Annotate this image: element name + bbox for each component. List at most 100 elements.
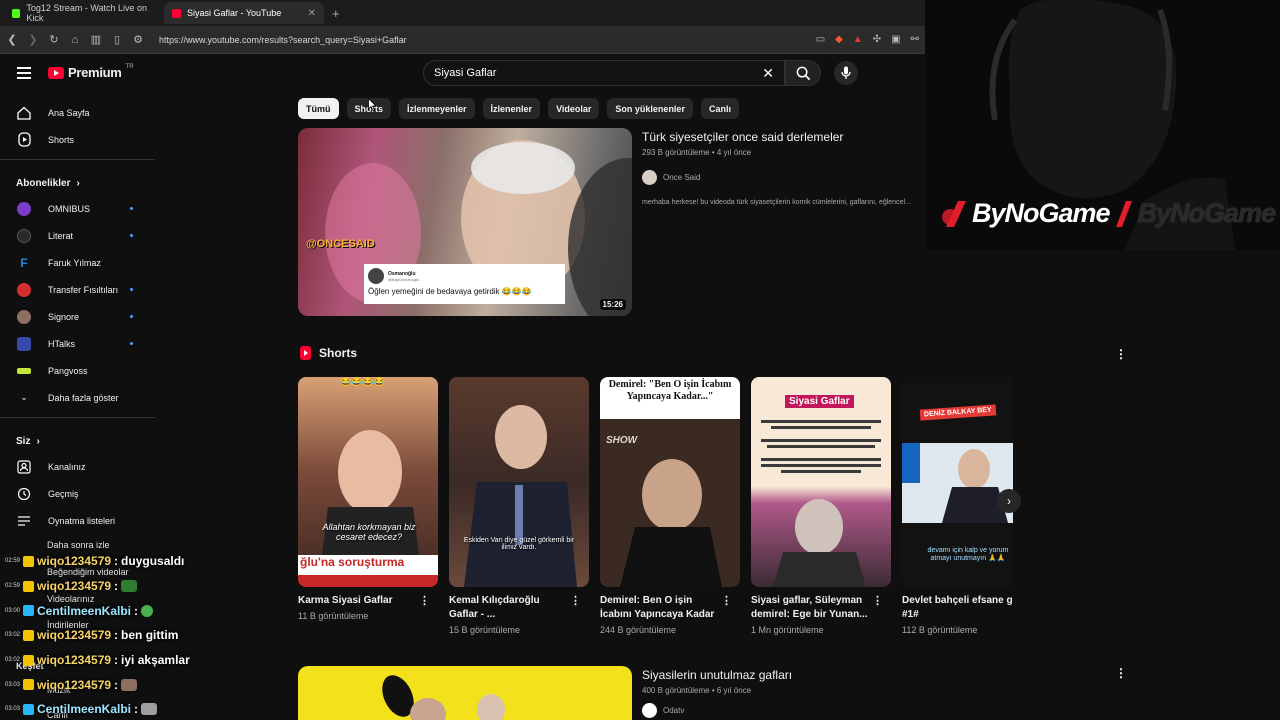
chat-message: 03:00 CentilmeenKalbi : <box>0 598 260 623</box>
chip-videos[interactable]: Videolar <box>548 98 600 119</box>
short-thumbnail[interactable]: Demirel: "Ben O işin İcabını Yapıncaya K… <box>600 377 740 587</box>
chat-message: 03:02 wiqo1234579 : iyi akşamlar <box>0 648 260 673</box>
sidebar-subscription-literat[interactable]: Literat <box>0 222 155 249</box>
chat-timestamp: 02:59 <box>4 583 20 590</box>
reload-icon[interactable]: ↻ <box>48 33 60 46</box>
chat-separator: : <box>114 677 119 692</box>
cast-icon[interactable]: ▭ <box>816 34 825 45</box>
short-menu-icon[interactable]: ⋮ <box>570 594 581 607</box>
chip-all[interactable]: Tümü <box>298 98 339 119</box>
browser-tab-kick[interactable]: Tog12 Stream - Watch Live on Kick <box>4 2 164 24</box>
video-title[interactable]: Siyasilerin unutulmaz gafları <box>642 668 1122 682</box>
sidebar-item-your-channel[interactable]: Kanalınız <box>0 453 155 480</box>
you-title: Siz <box>16 436 31 447</box>
sidebar-item-shorts[interactable]: Shorts <box>0 126 155 153</box>
channel-avatar <box>642 703 657 718</box>
sidebar-item-label: Oynatma listeleri <box>48 515 116 526</box>
new-content-dot <box>130 207 133 210</box>
short-thumbnail[interactable]: Eskiden Van diye güzel görkemli bir ilim… <box>449 377 589 587</box>
sidebar-subscription-signore[interactable]: Signore <box>0 303 155 330</box>
browser-tab-bar: Tog12 Stream - Watch Live on Kick Siyasi… <box>0 0 925 26</box>
chip-watched[interactable]: İzlenenler <box>482 98 541 119</box>
wallet-icon[interactable]: ▣ <box>891 34 900 45</box>
bookmark-icon[interactable]: ▯ <box>111 33 123 46</box>
sidebar-item-home[interactable]: Ana Sayfa <box>0 99 155 126</box>
you-heading[interactable]: Siz › <box>0 422 155 453</box>
shorts-menu-icon[interactable]: ⋮ <box>1115 347 1127 361</box>
video-menu-icon[interactable]: ⋮ <box>1115 666 1127 680</box>
view-count: 293 B görüntüleme <box>642 148 710 157</box>
sidebar-toggle-icon[interactable]: ▥ <box>90 33 102 46</box>
sidebar-item-history[interactable]: Geçmiş <box>0 480 155 507</box>
vpn-icon[interactable]: ⚯ <box>911 34 919 45</box>
youtube-favicon-icon <box>172 8 181 18</box>
short-item[interactable]: Demirel: "Ben O işin İcabını Yapıncaya K… <box>600 377 740 635</box>
video-result[interactable]: Siyasilerin unutulmaz gafları 400 B görü… <box>298 666 1122 720</box>
rewards-icon[interactable]: ▲ <box>853 34 863 45</box>
url-field[interactable]: https://www.youtube.com/results?search_q… <box>159 35 407 45</box>
sidebar-item-label: Geçmiş <box>48 488 79 499</box>
channel-link[interactable]: Odatv <box>642 703 1122 718</box>
sidebar-item-playlists[interactable]: Oynatma listeleri <box>0 507 155 534</box>
site-settings-icon[interactable]: ⚙ <box>132 33 144 46</box>
short-item[interactable]: 😂😂😂😂 Allahtan korkmayan biz cesaret edec… <box>298 377 438 621</box>
short-menu-icon[interactable]: ⋮ <box>872 594 883 607</box>
chat-separator: : <box>114 628 119 643</box>
logo-text: Premium <box>68 65 122 80</box>
chip-unwatched[interactable]: İzlenmeyenler <box>399 98 475 119</box>
video-meta: Siyasilerin unutulmaz gafları 400 B görü… <box>642 666 1122 720</box>
short-art <box>600 419 740 587</box>
short-menu-icon[interactable]: ⋮ <box>721 594 732 607</box>
short-thumbnail[interactable]: DENİZ BALKAY BEY devamı için kalp ve yor… <box>902 377 1013 587</box>
chat-username: CentilmeenKalbi <box>37 702 132 717</box>
brave-shield-icon[interactable]: ◆ <box>835 34 843 45</box>
short-title[interactable]: Karma Siyasi Gaflar <box>298 594 419 608</box>
sidebar-subscription-faruk-yilmaz[interactable]: F Faruk Yılmaz <box>0 249 155 276</box>
short-item[interactable]: Eskiden Van diye güzel görkemli bir ilim… <box>449 377 589 635</box>
short-item[interactable]: Siyasi Gaflar Siyasi gaflar, Süleyman de… <box>751 377 891 635</box>
short-thumbnail[interactable]: 😂😂😂😂 Allahtan korkmayan biz cesaret edec… <box>298 377 438 587</box>
channel-avatar: F <box>20 255 28 270</box>
short-title[interactable]: Demirel: Ben O işin İcabını Yapıncaya Ka… <box>600 594 721 622</box>
back-icon[interactable]: ❮ <box>6 33 18 46</box>
short-thumbnail[interactable]: Siyasi Gaflar <box>751 377 891 587</box>
home-icon[interactable]: ⌂ <box>69 34 81 46</box>
sidebar-subscription-transfer-fisiltilari[interactable]: Transfer Fısıltıları <box>0 276 155 303</box>
extensions-icon[interactable]: ✣ <box>873 34 881 45</box>
search-input[interactable] <box>434 67 734 79</box>
sidebar-subscription-htalks[interactable]: HTalks <box>0 330 155 357</box>
subscriptions-heading[interactable]: Abonelikler › <box>0 164 155 195</box>
short-title[interactable]: Kemal Kılıçdaroğlu Gaflar - ... <box>449 594 570 622</box>
show-more-button[interactable]: ⌄ Daha fazla göster <box>0 384 155 411</box>
channel-avatar <box>16 228 32 244</box>
short-title[interactable]: Devlet bahçeli efsane gaf #1# <box>902 594 1013 622</box>
video-thumbnail[interactable]: @ONCESAID Osmanoğlu @BayOsmanoglu Öğlen … <box>298 128 632 316</box>
short-item[interactable]: DENİZ BALKAY BEY devamı için kalp ve yor… <box>902 377 1013 635</box>
sidebar-subscription-pangvoss[interactable]: Pangvoss <box>0 357 155 384</box>
new-content-dot <box>130 315 133 318</box>
menu-icon[interactable] <box>17 67 31 82</box>
chip-live[interactable]: Canlı <box>700 98 739 119</box>
clear-search-icon[interactable]: ✕ <box>762 65 774 82</box>
voice-search-button[interactable] <box>834 61 858 85</box>
new-tab-button[interactable]: + <box>324 6 348 21</box>
emote-icon <box>121 678 138 691</box>
chevron-down-icon: ⌄ <box>20 392 28 402</box>
browser-tab-youtube[interactable]: Siyasi Gaflar - YouTube ✕ <box>164 2 324 24</box>
sidebar-subscription-omnibus[interactable]: OMNIBUS <box>0 195 155 222</box>
emote-icon <box>141 604 154 617</box>
chat-timestamp: 02:59 <box>4 558 20 565</box>
channel-name: Signore <box>48 311 80 322</box>
upload-age: 4 yıl önce <box>716 148 752 157</box>
short-menu-icon[interactable]: ⋮ <box>419 594 430 607</box>
youtube-premium-logo[interactable]: Premium TR <box>48 64 134 80</box>
tab-label: Tog12 Stream - Watch Live on Kick <box>26 3 148 23</box>
tweet-avatar <box>368 268 384 284</box>
video-thumbnail[interactable] <box>298 666 632 720</box>
search-button[interactable] <box>785 60 821 86</box>
chip-recently-uploaded[interactable]: Son yüklenenler <box>607 98 693 119</box>
shorts-next-button[interactable]: › <box>997 489 1021 513</box>
forward-icon[interactable]: ❯ <box>27 33 39 46</box>
short-title[interactable]: Siyasi gaflar, Süleyman demirel: Ege bir… <box>751 594 872 622</box>
close-tab-icon[interactable]: ✕ <box>308 8 316 19</box>
